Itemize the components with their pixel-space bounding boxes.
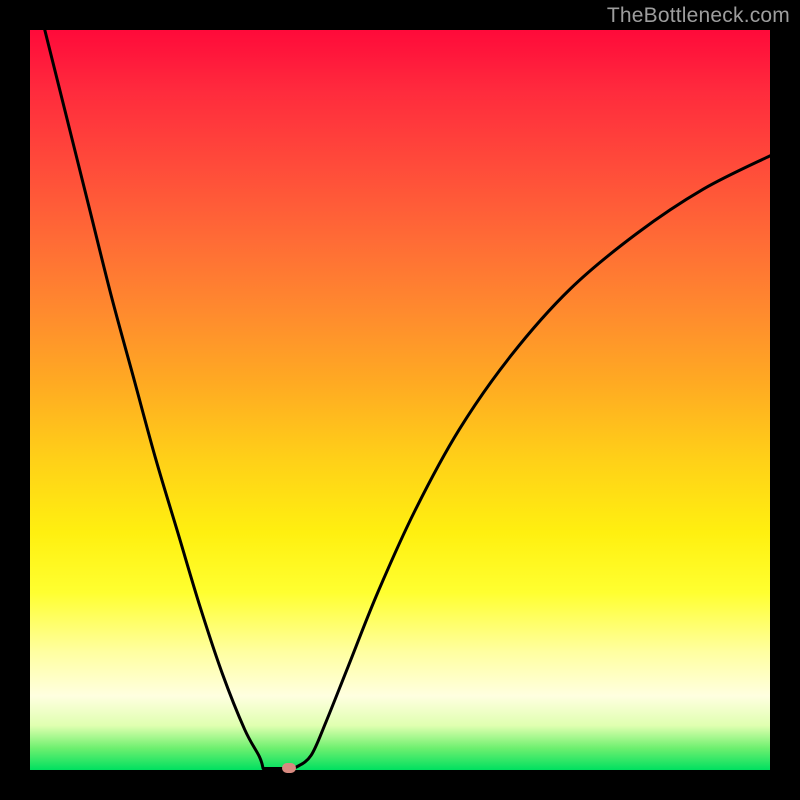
chart-frame: TheBottleneck.com bbox=[0, 0, 800, 800]
plot-area bbox=[30, 30, 770, 770]
optimal-point-marker bbox=[282, 763, 296, 773]
bottleneck-curve bbox=[30, 30, 770, 770]
watermark-text: TheBottleneck.com bbox=[607, 4, 790, 28]
